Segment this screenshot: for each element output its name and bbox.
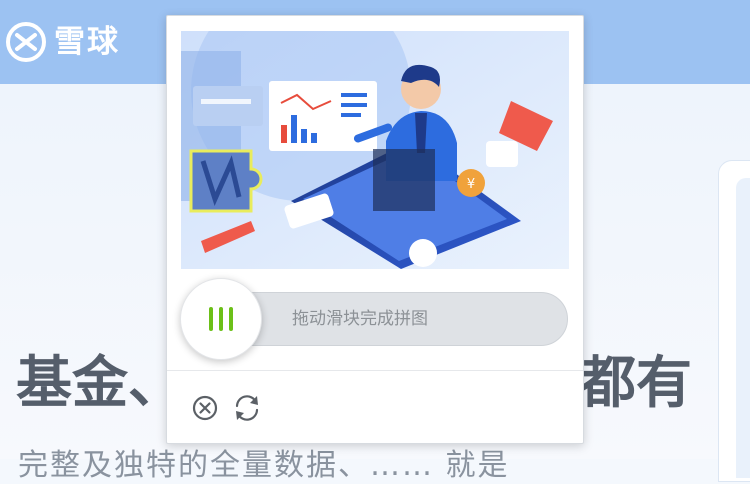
slider-handle[interactable] xyxy=(180,278,262,360)
logo-text: 雪球 xyxy=(54,23,120,60)
slide-captcha-dialog: ¥ 拖动滑块完成拼图 xyxy=(166,15,584,444)
puzzle-illustration: ¥ xyxy=(181,31,569,269)
grip-icon xyxy=(229,307,233,331)
grip-icon xyxy=(219,307,223,331)
hero-headline-left: 基金、 xyxy=(16,351,184,416)
close-circle-icon[interactable] xyxy=(190,393,220,423)
captcha-puzzle-image: ¥ xyxy=(181,31,569,269)
svg-text:¥: ¥ xyxy=(467,177,475,192)
hero-headline-right: 都有 xyxy=(580,351,692,416)
refresh-icon[interactable] xyxy=(232,393,262,423)
puzzle-piece xyxy=(189,149,263,213)
grip-icon xyxy=(209,307,213,331)
xueqiu-logo-icon xyxy=(6,22,46,62)
footer-divider xyxy=(167,370,583,371)
slider-hint: 拖动滑块完成拼图 xyxy=(292,309,428,329)
hero-subline: 完整及独特的全量数据、…… 就是 xyxy=(18,448,510,483)
side-card-inner xyxy=(736,178,750,478)
site-logo[interactable]: 雪球 xyxy=(6,22,120,62)
